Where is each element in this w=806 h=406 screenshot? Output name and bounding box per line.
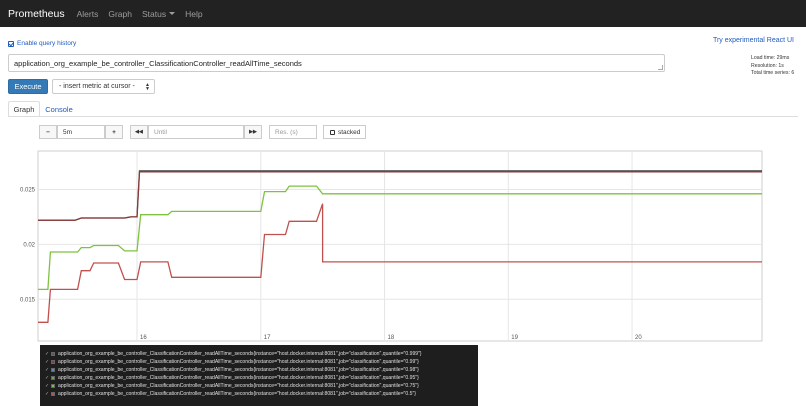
react-ui-link[interactable]: Try experimental React UI bbox=[713, 37, 794, 44]
total-series: Total time series: 6 bbox=[751, 70, 795, 76]
legend-item[interactable]: ✓ application_org_example_be_controller_C… bbox=[45, 374, 474, 382]
legend-swatch bbox=[51, 384, 55, 388]
query-stats: Load time: 29ms Resolution: 1s Total tim… bbox=[751, 55, 794, 78]
metric-select[interactable]: - insert metric at cursor - ▲ ▼ bbox=[52, 79, 155, 94]
updown-icon: ▲ ▼ bbox=[145, 82, 150, 92]
x-tick-label: 19 bbox=[511, 335, 518, 341]
legend-swatch bbox=[51, 360, 55, 364]
x-tick-label: 18 bbox=[388, 335, 395, 341]
y-tick-label: 0.025 bbox=[20, 187, 36, 193]
legend-swatch bbox=[51, 376, 55, 380]
legend-swatch bbox=[51, 392, 55, 396]
y-tick-label: 0.02 bbox=[23, 242, 35, 248]
graph-chart[interactable]: 0.015 0.02 0.025 16 17 18 19 20 bbox=[0, 145, 806, 345]
navbar: Prometheus Alerts Graph Status Help bbox=[0, 0, 806, 27]
tab-graph[interactable]: Graph bbox=[8, 101, 40, 117]
time-forward-button[interactable]: ▶▶ bbox=[244, 125, 262, 139]
legend-label: application_org_example_be_controller_Cl… bbox=[58, 383, 419, 389]
expression-input[interactable]: application_org_example_be_controller_Cl… bbox=[8, 54, 665, 72]
resolution-input[interactable]: Res. (s) bbox=[269, 125, 317, 139]
x-tick-label: 20 bbox=[635, 335, 642, 341]
legend-item[interactable]: ✓ application_org_example_be_controller_C… bbox=[45, 350, 474, 358]
range-increase-button[interactable]: + bbox=[105, 125, 123, 139]
range-decrease-button[interactable]: − bbox=[39, 125, 57, 139]
nav-alerts[interactable]: Alerts bbox=[77, 9, 99, 19]
legend-item[interactable]: ✓ application_org_example_be_controller_C… bbox=[45, 382, 474, 390]
y-tick-label: 0.015 bbox=[20, 297, 36, 303]
stacked-toggle[interactable]: stacked bbox=[323, 125, 366, 139]
caret-down-icon bbox=[169, 12, 176, 15]
stacked-label: stacked bbox=[338, 128, 361, 136]
nav-alerts-label: Alerts bbox=[76, 8, 99, 19]
load-time: Load time: 29ms bbox=[751, 55, 790, 61]
expression-text: application_org_example_be_controller_Cl… bbox=[14, 59, 302, 68]
nav-graph[interactable]: Graph bbox=[108, 9, 132, 19]
legend-label: application_org_example_be_controller_Cl… bbox=[58, 391, 416, 397]
legend-item[interactable]: ✓ application_org_example_be_controller_C… bbox=[45, 366, 474, 374]
legend-swatch bbox=[51, 352, 55, 356]
x-tick-label: 17 bbox=[264, 335, 271, 341]
until-input[interactable]: Until bbox=[148, 125, 244, 139]
checkbox-icon bbox=[330, 129, 335, 135]
nav-status-label: Status bbox=[141, 8, 167, 19]
legend-label: application_org_example_be_controller_Cl… bbox=[58, 375, 419, 381]
legend-label: application_org_example_be_controller_Cl… bbox=[58, 367, 419, 373]
time-back-button[interactable]: ◀◀ bbox=[130, 125, 148, 139]
resize-handle-icon[interactable] bbox=[658, 65, 663, 70]
nav-status[interactable]: Status bbox=[141, 8, 176, 19]
legend-label: application_org_example_be_controller_Cl… bbox=[58, 359, 419, 365]
brand-link[interactable]: Prometheus bbox=[8, 8, 65, 20]
execute-button[interactable]: Execute bbox=[8, 79, 48, 94]
enable-query-history-toggle[interactable]: Enable query history bbox=[8, 40, 76, 47]
nav-help-label: Help bbox=[185, 8, 203, 19]
enable-query-history-label: Enable query history bbox=[17, 40, 77, 47]
tab-divider bbox=[8, 116, 798, 117]
tab-console[interactable]: Console bbox=[42, 101, 76, 117]
plot-area bbox=[37, 150, 763, 342]
nav-help[interactable]: Help bbox=[185, 9, 202, 19]
nav-graph-label: Graph bbox=[108, 8, 132, 19]
legend-item[interactable]: ✓ application_org_example_be_controller_C… bbox=[45, 390, 474, 398]
legend-label: application_org_example_be_controller_Cl… bbox=[58, 351, 422, 357]
legend-swatch bbox=[51, 368, 55, 372]
graph-legend: ✓ application_org_example_be_controller_C… bbox=[40, 345, 478, 406]
checkbox-icon bbox=[8, 40, 14, 47]
range-input[interactable]: 5m bbox=[57, 125, 105, 139]
x-tick-label: 16 bbox=[140, 335, 147, 341]
metric-select-label: - insert metric at cursor - bbox=[59, 83, 135, 90]
legend-item[interactable]: ✓ application_org_example_be_controller_C… bbox=[45, 358, 474, 366]
resolution: Resolution: 1s bbox=[751, 62, 784, 69]
